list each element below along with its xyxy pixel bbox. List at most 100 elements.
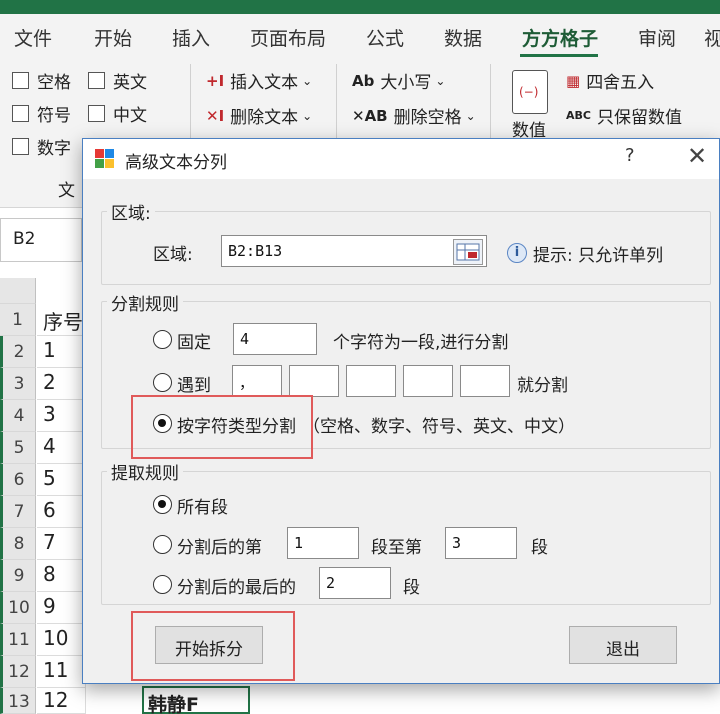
insert-text-icon: +I — [206, 71, 225, 90]
segment-to-input[interactable]: 3 — [445, 527, 517, 559]
row-header[interactable]: 8 — [0, 528, 36, 560]
row-header[interactable]: 4 — [0, 400, 36, 432]
checkbox-number[interactable]: 数字 — [12, 134, 71, 159]
case-label: 大小写 — [380, 73, 432, 93]
checkbox-space[interactable]: 空格 — [12, 68, 71, 93]
checkbox-box — [88, 105, 105, 122]
delimiter-input[interactable] — [346, 365, 396, 397]
advanced-text-split-dialog: 高级文本分列 ? ✕ 区域: 区域: B2:B13 i 提示: 只允许单列 分割… — [82, 138, 720, 684]
fixed-count-input[interactable]: 4 — [233, 323, 317, 355]
cell-b13[interactable]: 韩静F — [142, 686, 250, 714]
tab-file[interactable]: 文件 — [14, 24, 52, 51]
row-header[interactable]: 7 — [0, 496, 36, 528]
row-header[interactable]: 11 — [0, 624, 36, 656]
cell-a[interactable]: 3 — [37, 400, 85, 432]
checkbox-label: 符号 — [37, 106, 71, 126]
row-header[interactable]: 2 — [0, 336, 36, 368]
char-type-description: （空格、数字、符号、英文、中文） — [303, 417, 575, 437]
round-icon: ▦ — [566, 71, 581, 90]
region-input[interactable]: B2:B13 — [221, 235, 487, 267]
row-header[interactable]: 5 — [0, 432, 36, 464]
checkbox-label: 数字 — [37, 139, 71, 159]
meet-radio[interactable] — [153, 373, 172, 392]
fixed-radio[interactable] — [153, 330, 172, 349]
cell-a[interactable]: 11 — [37, 656, 85, 688]
tab-home[interactable]: 开始 — [94, 24, 132, 51]
case-icon: Ab — [352, 71, 375, 90]
hint-text: 提示: 只允许单列 — [533, 246, 664, 266]
row-header[interactable]: 12 — [0, 656, 36, 688]
row-header[interactable]: 13 — [0, 688, 36, 714]
delete-space-label: 删除空格 — [393, 108, 462, 128]
tab-insert[interactable]: 插入 — [172, 24, 210, 51]
checkbox-label: 空格 — [37, 73, 71, 93]
case-button[interactable]: Ab 大小写 ⌄ — [352, 68, 445, 94]
cell-a[interactable]: 5 — [37, 464, 85, 496]
chevron-down-icon: ⌄ — [465, 108, 476, 123]
excel-title-bar — [0, 0, 720, 14]
close-icon[interactable]: ✕ — [687, 142, 707, 170]
chevron-down-icon: ⌄ — [302, 108, 313, 123]
dialog-title: 高级文本分列 — [125, 153, 227, 173]
delimiter-input[interactable] — [403, 365, 453, 397]
segment-range-prefix: 分割后的第 — [177, 538, 262, 558]
all-segments-radio[interactable] — [153, 495, 172, 514]
insert-text-label: 插入文本 — [230, 73, 299, 93]
checkbox-english[interactable]: 英文 — [88, 68, 147, 93]
delete-text-icon: ✕I — [206, 106, 225, 125]
cell-a[interactable]: 6 — [37, 496, 85, 528]
tab-page-layout[interactable]: 页面布局 — [250, 24, 326, 51]
keep-values-icon: ABC — [566, 109, 591, 122]
insert-text-button[interactable]: +I 插入文本 ⌄ — [206, 68, 312, 94]
checkbox-chinese[interactable]: 中文 — [88, 101, 147, 126]
delimiter-input[interactable]: ， — [232, 365, 282, 397]
tab-formulas[interactable]: 公式 — [366, 24, 404, 51]
last-segments-prefix: 分割后的最后的 — [177, 578, 296, 598]
fixed-suffix: 个字符为一段,进行分割 — [333, 333, 509, 353]
region-label: 区域: — [153, 245, 193, 265]
cell-a[interactable]: 7 — [37, 528, 85, 560]
split-rules-label: 分割规则 — [107, 290, 183, 315]
all-segments-label: 所有段 — [177, 498, 228, 518]
cell-a[interactable]: 序号 — [37, 304, 85, 336]
cell-a[interactable]: 8 — [37, 560, 85, 592]
delete-text-button[interactable]: ✕I 删除文本 ⌄ — [206, 103, 313, 129]
row-header[interactable]: 3 — [0, 368, 36, 400]
cell-a[interactable]: 1 — [37, 336, 85, 368]
delimiter-input[interactable] — [460, 365, 510, 397]
row-header[interactable]: 6 — [0, 464, 36, 496]
cell-a[interactable]: 4 — [37, 432, 85, 464]
row-header[interactable]: 10 — [0, 592, 36, 624]
checkbox-symbol[interactable]: 符号 — [12, 101, 71, 126]
row-header-empty[interactable] — [0, 278, 36, 304]
name-box[interactable]: B2 — [0, 218, 82, 262]
checkbox-box — [12, 105, 29, 122]
highlight-box — [131, 395, 313, 459]
segment-from-input[interactable]: 1 — [287, 527, 359, 559]
cell-a[interactable]: 10 — [37, 624, 85, 656]
delete-space-button[interactable]: ✕AB 删除空格 ⌄ — [352, 103, 476, 129]
keep-values-button[interactable]: ABC 只保留数值 — [566, 103, 682, 128]
delimiter-input[interactable] — [289, 365, 339, 397]
exit-button[interactable]: 退出 — [569, 626, 677, 664]
help-icon[interactable]: ? — [625, 145, 635, 166]
tab-fangfanggezi[interactable]: 方方格子 — [522, 24, 598, 51]
cell-a[interactable]: 2 — [37, 368, 85, 400]
tab-review[interactable]: 审阅 — [638, 24, 676, 51]
round-button[interactable]: ▦ 四舍五入 — [566, 68, 654, 94]
row-header[interactable]: 1 — [0, 304, 36, 336]
cell-a[interactable]: 9 — [37, 592, 85, 624]
last-segments-radio[interactable] — [153, 575, 172, 594]
last-segments-input[interactable]: 2 — [319, 567, 391, 599]
fixed-label: 固定 — [177, 333, 211, 353]
keep-values-label: 只保留数值 — [596, 108, 682, 128]
segment-range-radio[interactable] — [153, 535, 172, 554]
cell-a[interactable]: 12 — [37, 688, 85, 714]
row-header[interactable]: 9 — [0, 560, 36, 592]
tab-data[interactable]: 数据 — [444, 24, 482, 51]
tab-view[interactable]: 视 — [704, 24, 720, 51]
range-select-icon[interactable] — [453, 239, 483, 265]
app-icon — [95, 149, 115, 169]
value-icon[interactable]: (−) — [512, 70, 548, 114]
extract-rules-label: 提取规则 — [107, 459, 183, 484]
